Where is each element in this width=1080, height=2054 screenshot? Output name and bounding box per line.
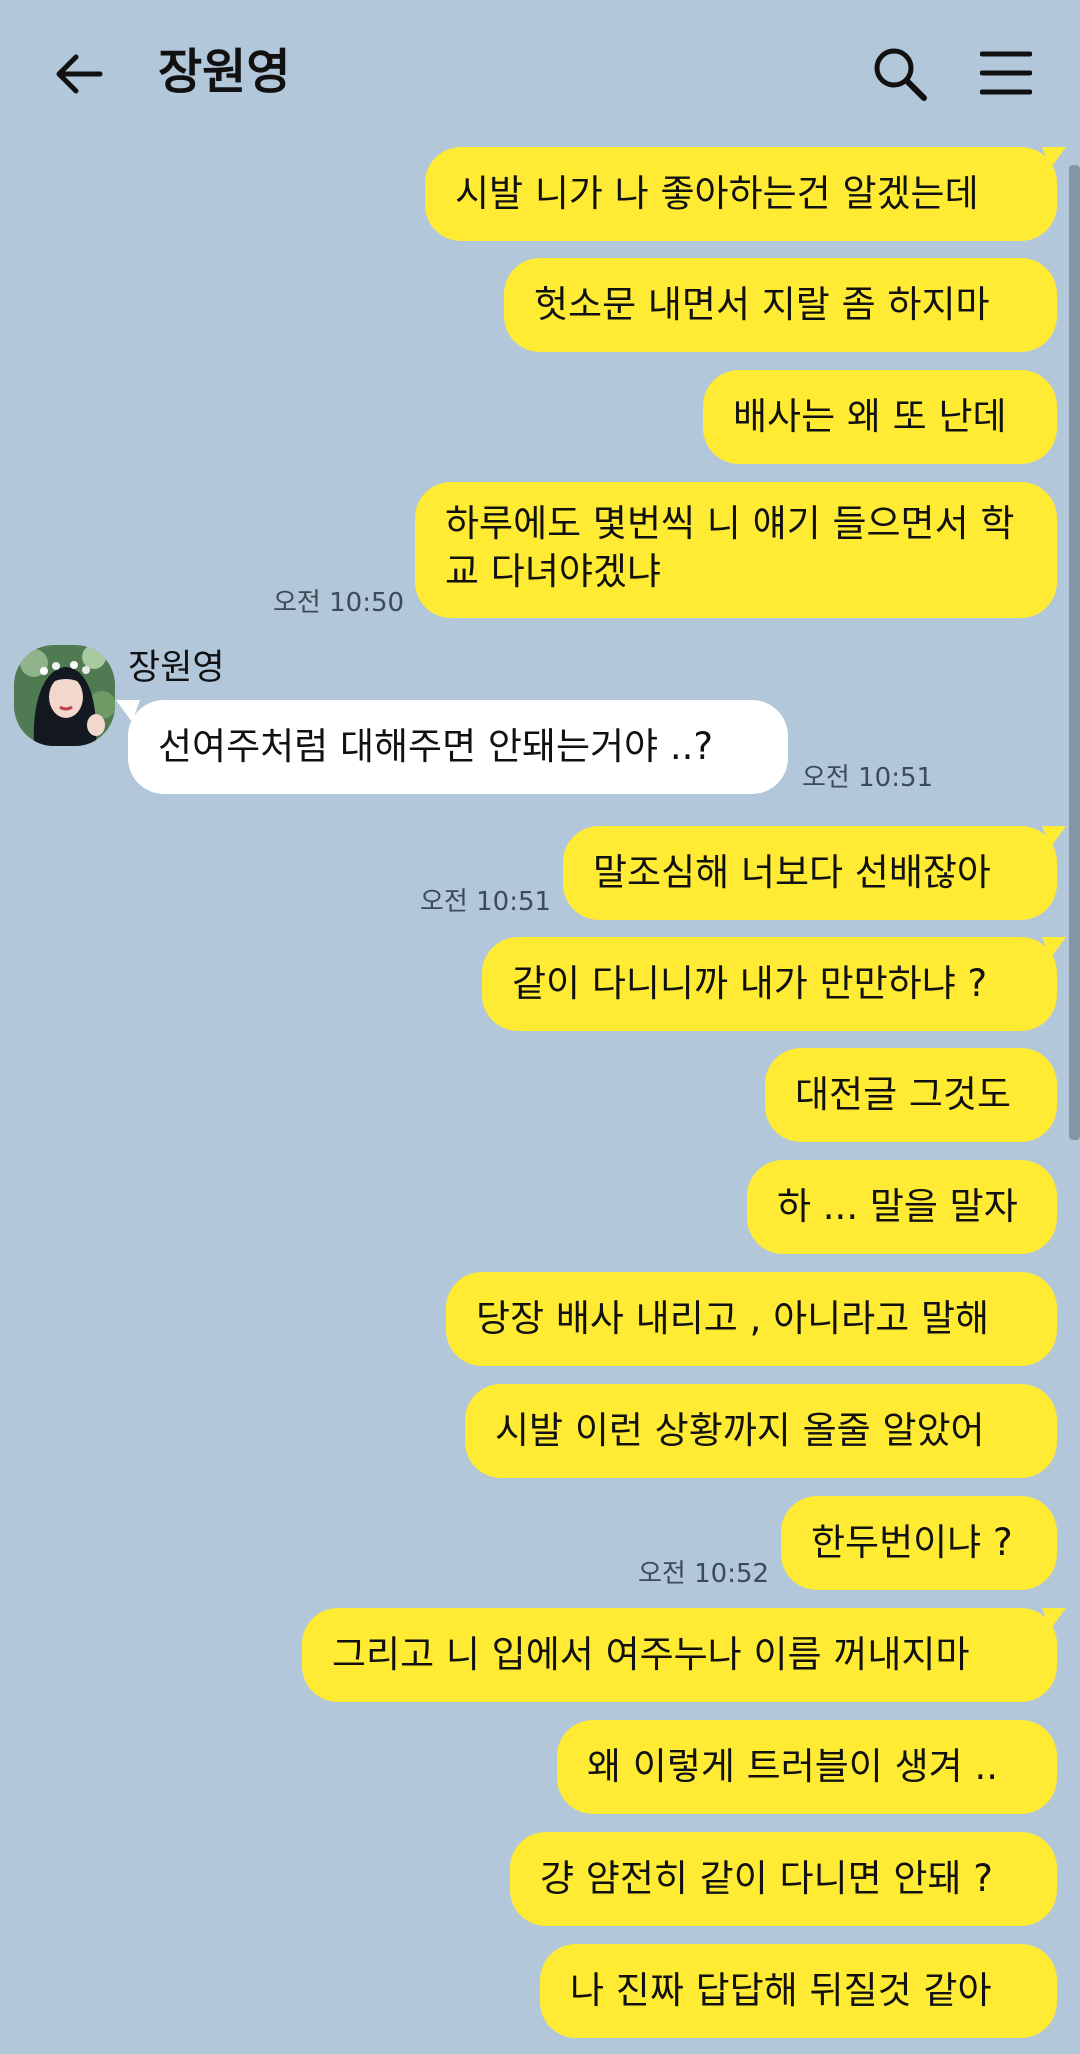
back-arrow-icon[interactable] [52, 48, 104, 100]
my-message-bubble[interactable]: 대전글 그것도 [765, 1048, 1057, 1142]
message-text: 선여주처럼 대해주면 안돼는거야 ..? [158, 725, 714, 768]
my-message-bubble[interactable]: 걍 얌전히 같이 다니면 안돼 ? [510, 1832, 1057, 1926]
message-text: 한두번이냐 ? [811, 1521, 1013, 1564]
my-message-bubble[interactable]: 나 진짜 답답해 뒤질것 같아 [540, 1944, 1057, 2038]
other-message-bubble[interactable]: 선여주처럼 대해주면 안돼는거야 ..? [128, 700, 788, 794]
my-message-bubble[interactable]: 한두번이냐 ? [781, 1496, 1057, 1590]
message-text: 시발 이런 상황까지 올줄 알았어 [495, 1409, 985, 1452]
my-message-bubble[interactable]: 그리고 니 입에서 여주누나 이름 꺼내지마 [302, 1608, 1057, 1702]
message-timestamp: 오전 10:51 [420, 887, 552, 917]
message-text: 당장 배사 내리고 , 아니라고 말해 [476, 1297, 990, 1340]
bubble-tail [1042, 147, 1066, 169]
message-text: 같이 다니니까 내가 만만하냐 ? [512, 962, 988, 1005]
my-message-bubble[interactable]: 시발 니가 나 좋아하는건 알겠는데 [425, 147, 1057, 241]
sender-name: 장원영 [128, 648, 225, 688]
profile-photo [14, 645, 115, 746]
my-message-bubble[interactable]: 같이 다니니까 내가 만만하냐 ? [482, 937, 1057, 1031]
message-timestamp: 오전 10:51 [802, 763, 934, 793]
chat-header: 장원영 [0, 0, 1080, 150]
my-message-bubble[interactable]: 말조심해 너보다 선배잖아 [563, 826, 1057, 920]
message-text: 헛소문 내면서 지랄 좀 하지마 [534, 283, 990, 326]
menu-icon[interactable] [980, 50, 1032, 96]
message-text: 그리고 니 입에서 여주누나 이름 꺼내지마 [332, 1633, 970, 1676]
chat-title: 장원영 [158, 44, 291, 100]
message-text: 대전글 그것도 [795, 1073, 1012, 1116]
bubble-tail [1042, 937, 1066, 959]
search-icon[interactable] [872, 46, 928, 102]
my-message-bubble[interactable]: 당장 배사 내리고 , 아니라고 말해 [446, 1272, 1057, 1366]
message-timestamp: 오전 10:52 [638, 1559, 770, 1589]
message-text: 하 ... 말을 말자 [777, 1185, 1018, 1228]
my-message-bubble[interactable]: 하루에도 몇번씩 니 얘기 들으면서 학교 다녀야겠냐 [415, 482, 1057, 618]
message-text: 왜 이렇게 트러블이 생겨 .. [587, 1745, 998, 1788]
scrollbar[interactable] [1069, 165, 1080, 1140]
message-text: 나 진짜 답답해 뒤질것 같아 [570, 1969, 992, 2012]
my-message-bubble[interactable]: 헛소문 내면서 지랄 좀 하지마 [504, 258, 1057, 352]
bubble-tail [1042, 1608, 1066, 1630]
message-text: 걍 얌전히 같이 다니면 안돼 ? [540, 1857, 993, 1900]
my-message-bubble[interactable]: 하 ... 말을 말자 [747, 1160, 1057, 1254]
bubble-tail [1042, 826, 1066, 848]
avatar[interactable] [14, 645, 115, 746]
message-text: 배사는 왜 또 난데 [733, 395, 1007, 438]
my-message-bubble[interactable]: 시발 이런 상황까지 올줄 알았어 [465, 1384, 1057, 1478]
message-text: 하루에도 몇번씩 니 얘기 들으면서 학교 다녀야겠냐 [445, 502, 1015, 593]
message-timestamp: 오전 10:50 [273, 588, 405, 618]
my-message-bubble[interactable]: 왜 이렇게 트러블이 생겨 .. [557, 1720, 1057, 1814]
message-text: 말조심해 너보다 선배잖아 [593, 851, 991, 894]
message-text: 시발 니가 나 좋아하는건 알겠는데 [455, 172, 979, 215]
my-message-bubble[interactable]: 배사는 왜 또 난데 [703, 370, 1057, 464]
